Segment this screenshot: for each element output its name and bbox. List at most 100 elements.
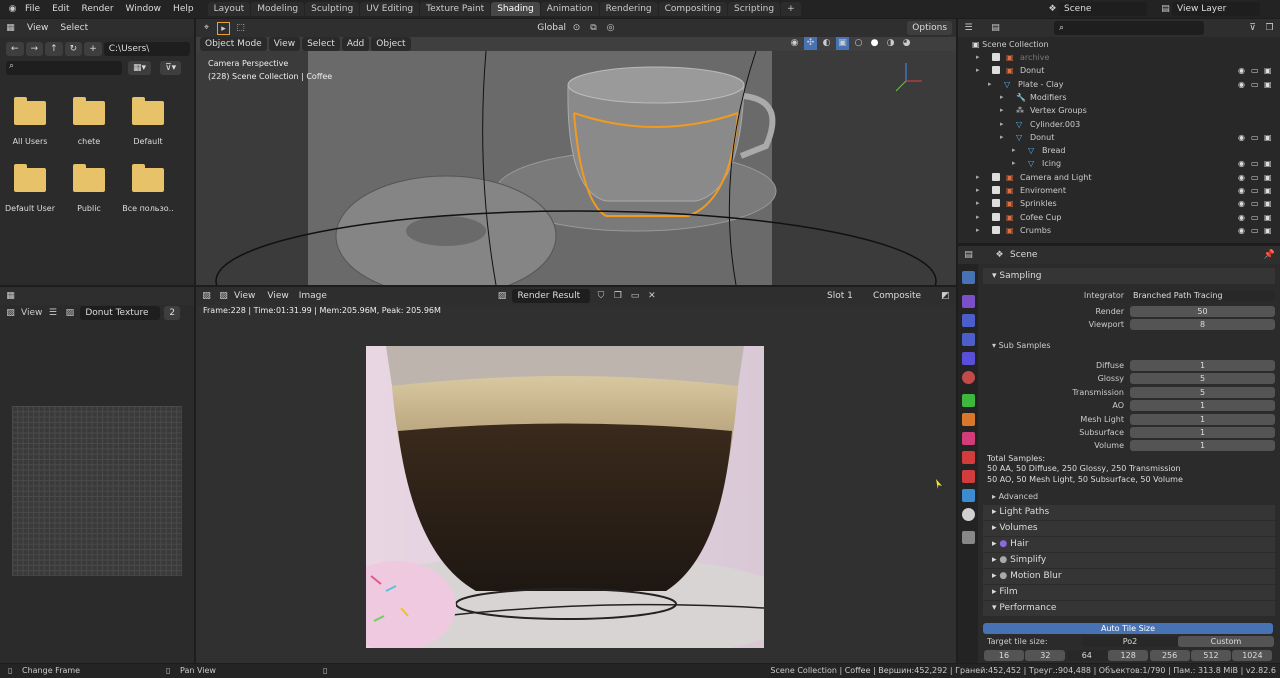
composite-dropdown[interactable]: Composite xyxy=(873,291,935,301)
screen-icon[interactable]: ▭ xyxy=(1251,197,1259,210)
subsample-field[interactable]: 1 xyxy=(1130,360,1275,371)
tab-texture-paint[interactable]: Texture Paint xyxy=(420,2,491,16)
mesh-icon[interactable]: 🔧 xyxy=(1016,91,1026,104)
camera-icon[interactable]: ▣ xyxy=(1264,197,1272,210)
tab-modeling[interactable]: Modeling xyxy=(251,2,305,16)
checkbox-icon[interactable] xyxy=(992,225,1000,234)
tab-compositing[interactable]: Compositing xyxy=(658,2,728,16)
screen-icon[interactable]: ▭ xyxy=(1251,211,1259,224)
screen-icon[interactable]: ▭ xyxy=(1251,224,1259,237)
panel-toggle-icon[interactable]: ● xyxy=(999,555,1010,565)
camera-icon[interactable]: ▣ xyxy=(1264,184,1272,197)
viewport-select-menu[interactable]: Select xyxy=(302,37,340,51)
outliner-row[interactable]: ▸ ▣ Enviroment ◉ ▭ ▣ xyxy=(958,184,1276,197)
parent-dir-icon[interactable]: ↑ xyxy=(45,42,63,56)
tab-rendering[interactable]: Rendering xyxy=(599,2,658,16)
texture-tab-icon[interactable] xyxy=(962,531,975,544)
outliner-row[interactable]: ▸ ▣ archive xyxy=(958,51,1276,64)
screen-icon[interactable]: ▭ xyxy=(1251,184,1259,197)
viewport-samples-field[interactable]: 8 xyxy=(1130,319,1275,330)
tab-layout[interactable]: Layout xyxy=(207,2,251,16)
tile-size-button[interactable]: 512 xyxy=(1191,650,1231,661)
disclosure-icon[interactable]: ▸ xyxy=(988,78,992,91)
screen-icon[interactable]: ▭ xyxy=(1251,78,1259,91)
material-tab-icon[interactable] xyxy=(962,508,975,521)
po2-button[interactable]: Po2 xyxy=(1082,636,1178,647)
folder-label[interactable]: Public xyxy=(59,204,119,213)
render-image[interactable] xyxy=(366,346,764,648)
disclosure-icon[interactable]: ▸ xyxy=(1012,144,1016,157)
panel-toggle-icon[interactable]: ● xyxy=(999,539,1010,549)
solid-shading-icon[interactable]: ● xyxy=(868,37,881,50)
wireframe-shading-icon[interactable]: ○ xyxy=(852,37,865,50)
filter-icon[interactable]: ⊽ xyxy=(1246,22,1259,35)
camera-icon[interactable]: ▣ xyxy=(1264,157,1272,170)
menu-window[interactable]: Window xyxy=(120,0,168,18)
constraints-tab-icon[interactable] xyxy=(962,470,975,483)
image-left-view-menu[interactable]: View xyxy=(21,308,42,318)
blender-logo-icon[interactable]: ◉ xyxy=(6,3,19,16)
screen-icon[interactable]: ▭ xyxy=(1251,131,1259,144)
outliner-row[interactable]: ▸ ▣ Sprinkles ◉ ▭ ▣ xyxy=(958,197,1276,210)
panel-header[interactable]: ▸ ● Motion Blur xyxy=(983,569,1275,584)
outliner-row[interactable]: ▸ ▽ Donut ◉ ▭ ▣ xyxy=(958,131,1276,144)
particles-tab-icon[interactable] xyxy=(962,432,975,445)
panel-header[interactable]: ▾ Performance xyxy=(983,601,1275,616)
back-icon[interactable]: ← xyxy=(6,42,24,56)
display-channels-icon[interactable]: ◩ xyxy=(939,290,952,303)
new-collection-icon[interactable]: ❐ xyxy=(1263,22,1276,35)
select-box-icon[interactable]: ⬚ xyxy=(234,22,247,35)
eye-icon[interactable]: ◉ xyxy=(1238,157,1245,170)
subsample-field[interactable]: 5 xyxy=(1130,386,1275,398)
checkbox-icon[interactable] xyxy=(992,66,1000,75)
mesh-icon[interactable]: ▽ xyxy=(1028,144,1038,157)
view-layer-icon[interactable]: ▤ xyxy=(1159,3,1172,16)
xray-icon[interactable]: ▣ xyxy=(836,37,849,50)
folder-icon[interactable] xyxy=(132,97,164,125)
overlay-icon[interactable]: ◐ xyxy=(820,37,833,50)
pin-icon[interactable]: 📌 xyxy=(1263,249,1276,262)
close-icon[interactable]: ✕ xyxy=(645,290,658,303)
scene-selector[interactable]: Scene xyxy=(1059,2,1147,16)
tile-size-button[interactable]: 1024 xyxy=(1232,650,1273,661)
file-select-menu[interactable]: Select xyxy=(60,23,88,33)
pivot-icon[interactable]: ⊙ xyxy=(570,22,583,35)
outliner-row[interactable]: ▸ ▽ Cylinder.003 xyxy=(958,118,1276,131)
image-view-dropdown[interactable]: View xyxy=(234,291,255,301)
visibility-icon[interactable]: ◉ xyxy=(788,37,801,50)
view-mode-icon[interactable]: ▨ xyxy=(217,290,230,303)
display-mode-icon[interactable]: ▤ xyxy=(989,22,1002,35)
folder-icon[interactable] xyxy=(73,97,105,125)
outliner-row[interactable]: ▸ ▣ Crumbs ◉ ▭ ▣ xyxy=(958,224,1276,237)
mesh-icon[interactable]: ▽ xyxy=(1016,118,1026,131)
tile-size-button[interactable]: 64 xyxy=(1066,650,1107,661)
subsample-field[interactable]: 1 xyxy=(1130,440,1275,452)
file-view-menu[interactable]: View xyxy=(27,23,48,33)
3d-viewport[interactable]: ⌖ ▸ ⬚ Global ⊙ ⧉ ◎ Options Object Mode V… xyxy=(196,19,956,285)
subsample-field[interactable]: 1 xyxy=(1130,413,1275,425)
editor-type-icon[interactable]: ⌖ xyxy=(200,22,213,35)
sampling-panel-header[interactable]: ▾ Sampling xyxy=(983,268,1275,284)
outliner-scene-collection[interactable]: ▣ Scene Collection xyxy=(972,38,1049,51)
folder-icon[interactable] xyxy=(14,164,46,192)
output-tab-icon[interactable] xyxy=(962,314,975,327)
tile-size-button[interactable]: 256 xyxy=(1149,650,1190,661)
snap-icon[interactable]: ⧉ xyxy=(587,22,600,35)
folder-label[interactable]: chete xyxy=(59,137,119,146)
refresh-icon[interactable]: ↻ xyxy=(64,42,83,56)
subsample-field[interactable]: 1 xyxy=(1130,427,1275,438)
eye-icon[interactable]: ◉ xyxy=(1238,211,1245,224)
panel-header[interactable]: ▸ Light Paths xyxy=(983,505,1275,520)
checkbox-icon[interactable] xyxy=(992,186,1000,194)
menu-edit[interactable]: Edit xyxy=(46,0,75,18)
screen-icon[interactable]: ▭ xyxy=(1251,171,1259,184)
slot-dropdown[interactable]: Slot 1 xyxy=(827,291,869,301)
view-layer-selector[interactable]: View Layer xyxy=(1172,2,1260,16)
open-image-icon[interactable]: ▭ xyxy=(628,290,641,303)
outliner-row[interactable]: ▸ 🔧 Modifiers xyxy=(958,91,1276,104)
checkbox-icon[interactable] xyxy=(992,172,1000,181)
tab-scripting[interactable]: Scripting xyxy=(728,2,781,16)
image-image-menu[interactable]: Image xyxy=(299,291,327,301)
advanced-subpanel[interactable]: ▸ Advanced xyxy=(992,492,1038,501)
panel-header[interactable]: ▸ ● Simplify xyxy=(983,553,1275,568)
